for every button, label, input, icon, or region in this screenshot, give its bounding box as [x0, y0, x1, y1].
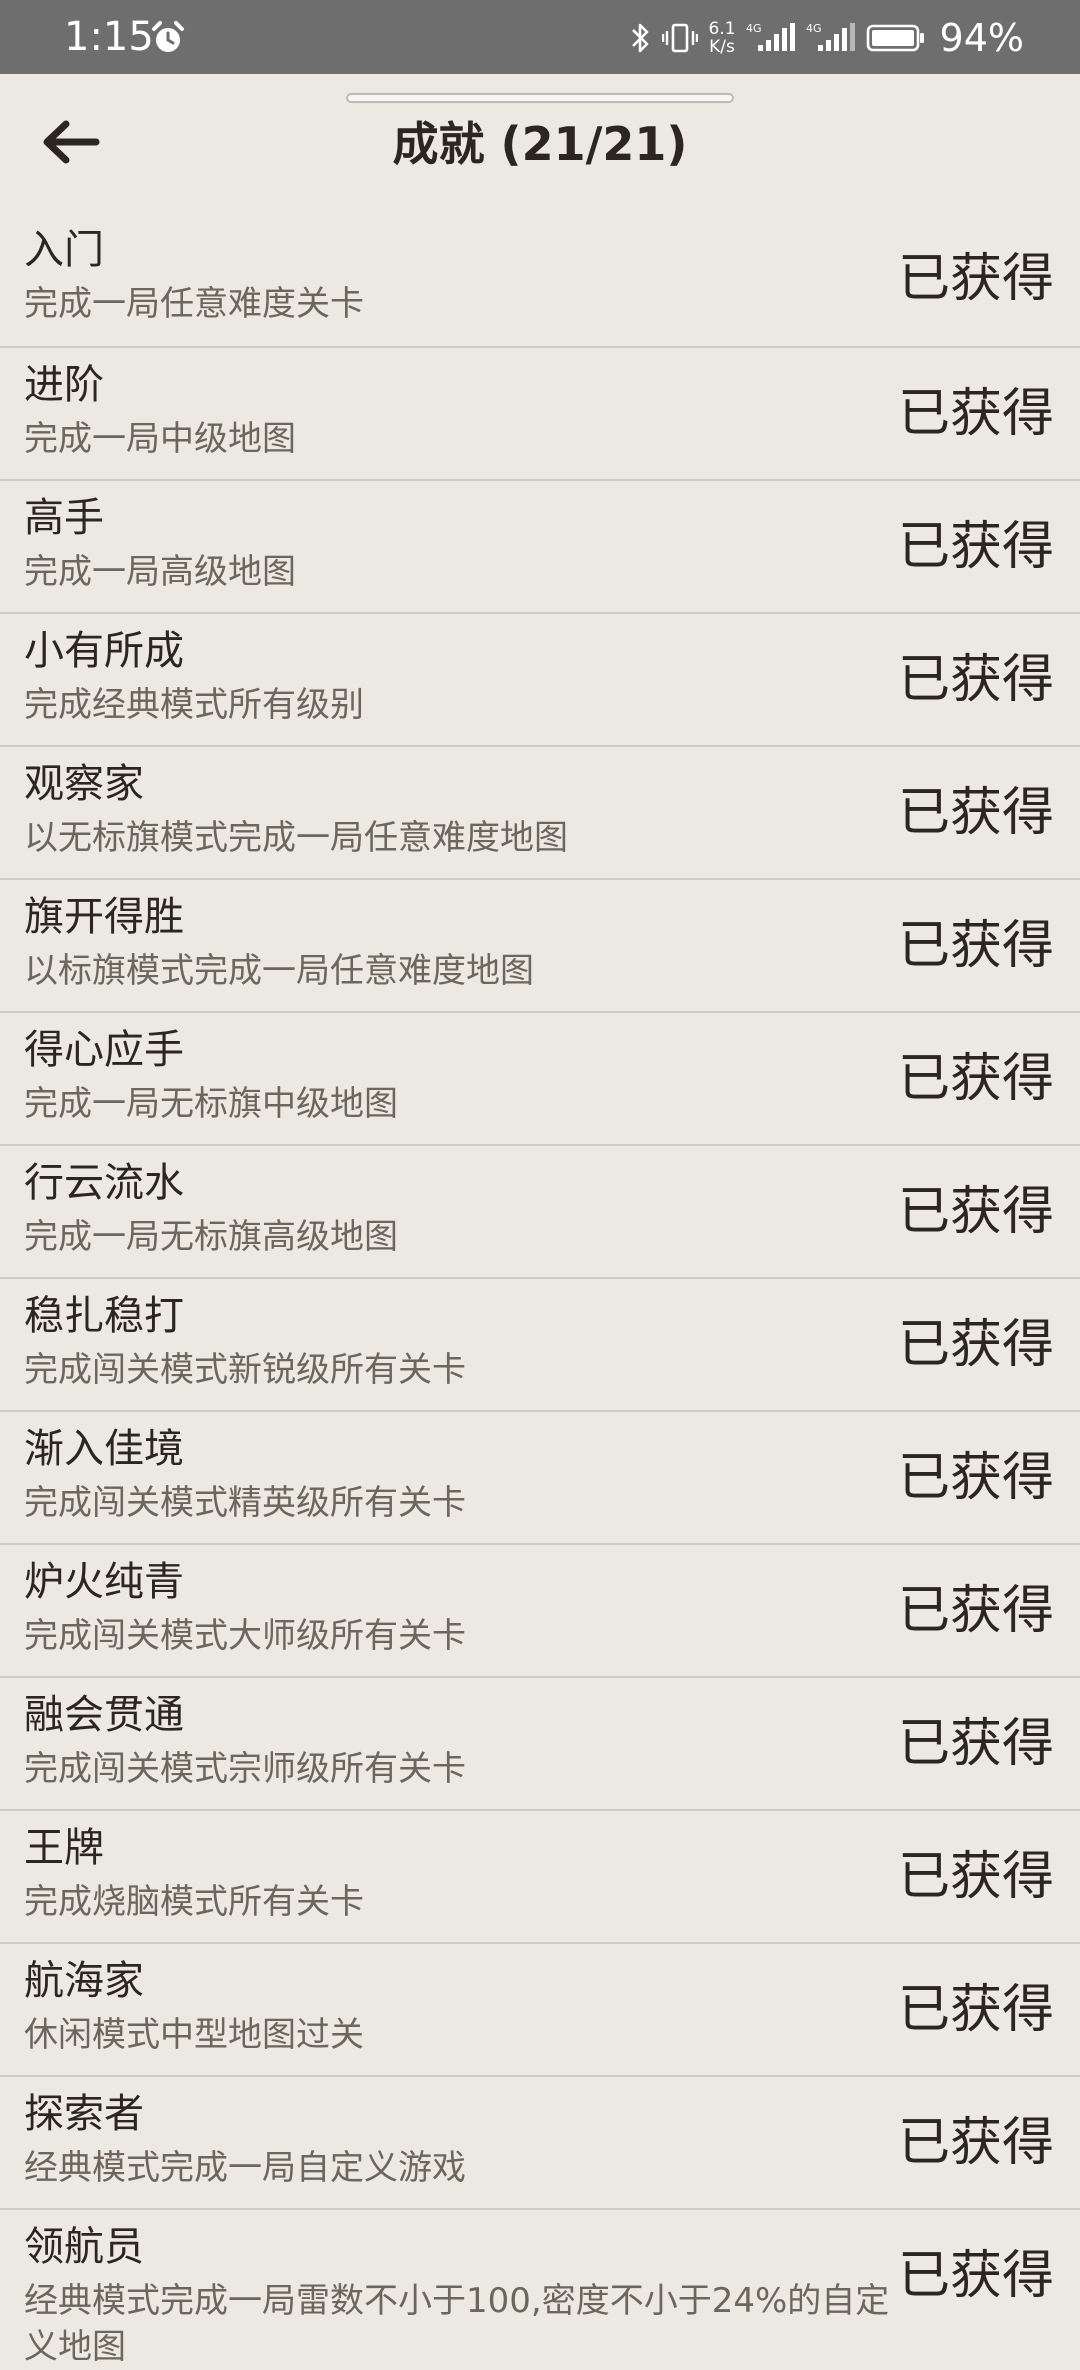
achievement-row[interactable]: 小有所成 完成经典模式所有级别 已获得	[0, 612, 1080, 745]
achievement-status: 已获得	[897, 783, 1054, 843]
status-bar: 1:15 6.1 K/s 4G 4G 94%	[0, 0, 1080, 74]
achievement-description: 完成经典模式所有级别	[24, 685, 364, 725]
achievement-title: 融会贯通	[24, 1692, 184, 1738]
achievement-row[interactable]: 旗开得胜 以标旗模式完成一局任意难度地图 已获得	[0, 878, 1080, 1011]
achievement-row[interactable]: 得心应手 完成一局无标旗中级地图 已获得	[0, 1011, 1080, 1144]
achievement-status: 已获得	[897, 1847, 1054, 1907]
achievement-title: 渐入佳境	[24, 1426, 184, 1472]
achievement-row[interactable]: 领航员 经典模式完成一局雷数不小于100,密度不小于24%的自定义地图 已获得	[0, 2208, 1080, 2367]
achievement-status: 已获得	[897, 517, 1054, 577]
bluetooth-icon	[628, 21, 652, 55]
net-speed-value: 6.1	[708, 19, 736, 39]
achievement-description: 完成一局无标旗中级地图	[24, 1084, 398, 1124]
achievement-row[interactable]: 探索者 经典模式完成一局自定义游戏 已获得	[0, 2075, 1080, 2208]
achievement-description: 完成闯关模式精英级所有关卡	[24, 1483, 466, 1523]
achievement-title: 旗开得胜	[24, 894, 184, 940]
achievement-status: 已获得	[897, 1049, 1054, 1109]
achievement-title: 王牌	[24, 1825, 104, 1871]
achievement-list[interactable]: 入门 完成一局任意难度关卡 已获得 进阶 完成一局中级地图 已获得 高手 完成一…	[0, 213, 1080, 2367]
achievement-status: 已获得	[897, 1448, 1054, 1508]
signal-1-label: 4G	[746, 22, 762, 35]
achievement-status: 已获得	[897, 1980, 1054, 2040]
achievement-description: 完成一局中级地图	[24, 419, 296, 459]
achievement-status: 已获得	[897, 1581, 1054, 1641]
achievement-description: 完成闯关模式大师级所有关卡	[24, 1616, 466, 1656]
achievement-title: 高手	[24, 495, 104, 541]
achievement-title: 稳扎稳打	[24, 1293, 184, 1339]
achievement-title: 领航员	[24, 2224, 144, 2270]
achievement-row[interactable]: 航海家 休闲模式中型地图过关 已获得	[0, 1942, 1080, 2075]
achievement-title: 小有所成	[24, 628, 184, 674]
achievement-title: 进阶	[24, 362, 104, 408]
achievement-description: 完成闯关模式宗师级所有关卡	[24, 1749, 466, 1789]
vibrate-icon	[662, 21, 699, 55]
battery-icon	[866, 21, 926, 55]
cellular-signal-icon: 4G	[806, 21, 856, 55]
achievement-status: 已获得	[897, 1182, 1054, 1242]
achievement-description: 完成烧脑模式所有关卡	[24, 1882, 364, 1922]
achievement-row[interactable]: 渐入佳境 完成闯关模式精英级所有关卡 已获得	[0, 1410, 1080, 1543]
achievement-status: 已获得	[897, 1315, 1054, 1375]
battery-percent: 94%	[939, 16, 1024, 60]
achievement-description: 完成闯关模式新锐级所有关卡	[24, 1350, 466, 1390]
page-title: 成就 (21/21)	[392, 117, 688, 171]
achievement-status: 已获得	[897, 249, 1054, 309]
achievement-description: 以无标旗模式完成一局任意难度地图	[24, 818, 568, 858]
status-time: 1:15	[64, 14, 154, 60]
achievement-title: 得心应手	[24, 1027, 184, 1073]
achievement-title: 行云流水	[24, 1160, 184, 1206]
achievement-status: 已获得	[897, 2113, 1054, 2173]
achievement-description: 以标旗模式完成一局任意难度地图	[24, 951, 534, 991]
signal-2-label: 4G	[806, 22, 822, 35]
achievement-row[interactable]: 融会贯通 完成闯关模式宗师级所有关卡 已获得	[0, 1676, 1080, 1809]
achievement-status: 已获得	[897, 1714, 1054, 1774]
achievement-row[interactable]: 入门 完成一局任意难度关卡 已获得	[0, 213, 1080, 346]
achievement-description: 完成一局任意难度关卡	[24, 284, 364, 324]
achievement-title: 入门	[24, 227, 104, 273]
alarm-clock-icon	[150, 20, 186, 56]
sheet-drag-handle[interactable]	[346, 93, 734, 103]
net-speed-unit: K/s	[709, 37, 735, 57]
status-icons: 6.1 K/s 4G 4G 94%	[628, 10, 1024, 66]
achievement-row[interactable]: 炉火纯青 完成闯关模式大师级所有关卡 已获得	[0, 1543, 1080, 1676]
cellular-signal-icon: 4G	[746, 21, 796, 55]
achievement-row[interactable]: 观察家 以无标旗模式完成一局任意难度地图 已获得	[0, 745, 1080, 878]
achievement-title: 航海家	[24, 1958, 144, 2004]
achievement-title: 观察家	[24, 761, 144, 807]
achievement-title: 探索者	[24, 2091, 144, 2137]
achievement-title: 炉火纯青	[24, 1559, 184, 1605]
achievement-status: 已获得	[897, 916, 1054, 976]
network-speed: 6.1 K/s	[708, 20, 735, 56]
achievement-status: 已获得	[897, 2246, 1054, 2306]
achievement-description: 经典模式完成一局自定义游戏	[24, 2148, 466, 2188]
achievement-description: 经典模式完成一局雷数不小于100,密度不小于24%的自定义地图	[24, 2281, 890, 2367]
achievement-description: 完成一局高级地图	[24, 552, 296, 592]
achievement-row[interactable]: 稳扎稳打 完成闯关模式新锐级所有关卡 已获得	[0, 1277, 1080, 1410]
achievement-row[interactable]: 行云流水 完成一局无标旗高级地图 已获得	[0, 1144, 1080, 1277]
achievement-status: 已获得	[897, 384, 1054, 444]
achievement-row[interactable]: 王牌 完成烧脑模式所有关卡 已获得	[0, 1809, 1080, 1942]
achievement-description: 休闲模式中型地图过关	[24, 2015, 364, 2055]
achievement-row[interactable]: 进阶 完成一局中级地图 已获得	[0, 346, 1080, 479]
achievement-status: 已获得	[897, 650, 1054, 710]
achievement-description: 完成一局无标旗高级地图	[24, 1217, 398, 1257]
achievement-row[interactable]: 高手 完成一局高级地图 已获得	[0, 479, 1080, 612]
